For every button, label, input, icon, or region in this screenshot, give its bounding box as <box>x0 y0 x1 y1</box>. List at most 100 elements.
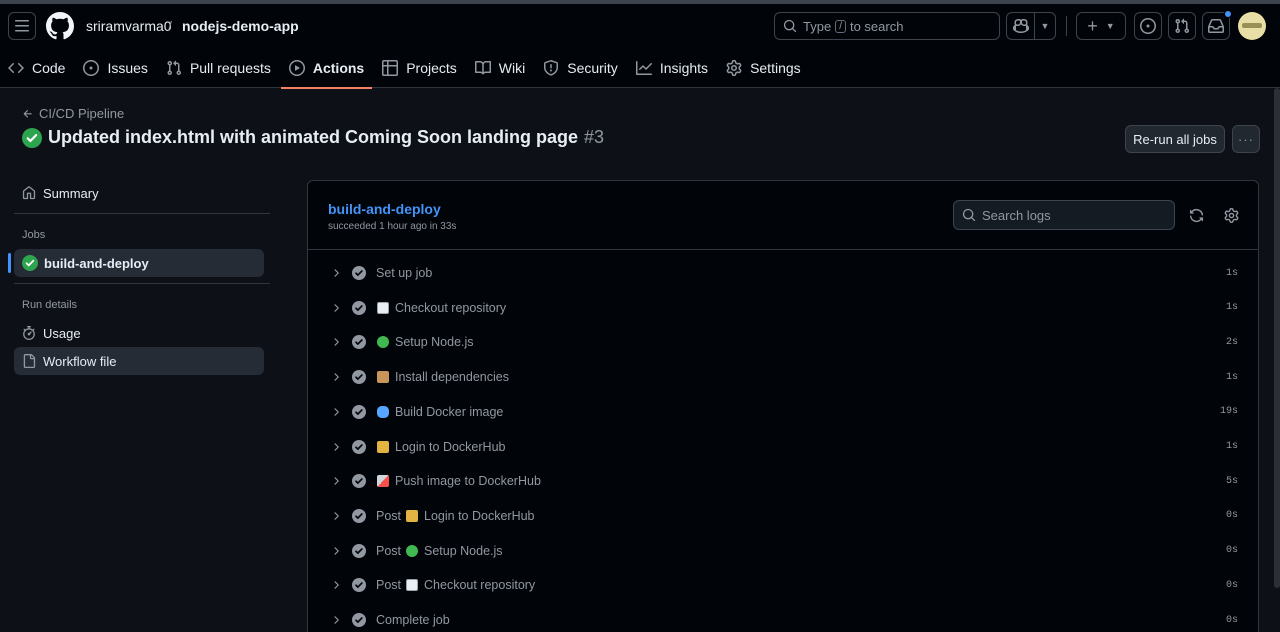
github-logo-icon[interactable] <box>46 12 74 40</box>
header-divider <box>1066 16 1067 36</box>
step-duration: 1s <box>1225 302 1238 314</box>
tab-wiki[interactable]: Wiki <box>467 48 533 88</box>
step-prefix: Post <box>376 508 402 523</box>
tab-actions[interactable]: Actions <box>280 48 373 89</box>
sidebar-item-build-and-deploy[interactable]: build-and-deploy <box>14 249 264 277</box>
step-duration: 0s <box>1225 579 1238 591</box>
step-duration: 5s <box>1225 475 1238 487</box>
copilot-icon <box>1012 18 1029 34</box>
log-step-row[interactable]: Complete job 0s <box>308 603 1258 632</box>
copilot-button-group[interactable]: ▼ <box>1006 12 1056 40</box>
package-icon <box>377 371 389 384</box>
step-duration: 2s <box>1225 336 1238 348</box>
workflow-name: CI/CD Pipeline <box>39 106 125 121</box>
step-label: Install dependencies <box>376 370 509 384</box>
search-logs-input[interactable]: Search logs <box>953 200 1175 230</box>
tab-pull-requests[interactable]: Pull requests <box>158 48 279 88</box>
log-step-row[interactable]: Setup Node.js 2s <box>308 325 1258 359</box>
step-name: Checkout repository <box>395 300 507 315</box>
book-icon <box>474 60 491 75</box>
tab-projects[interactable]: Projects <box>374 48 465 88</box>
your-issues-button[interactable] <box>1134 12 1162 40</box>
run-title-row: Updated index.html with animated Coming … <box>22 127 604 148</box>
search-icon <box>962 208 976 222</box>
page-icon <box>406 579 419 592</box>
chevron-right-icon <box>334 442 339 451</box>
run-number: #3 <box>584 127 605 147</box>
rerun-all-jobs-button[interactable]: Re-run all jobs <box>1125 125 1225 153</box>
breadcrumb-owner[interactable]: sriramvarma0 <box>86 18 172 34</box>
chevron-right-icon <box>334 616 339 624</box>
breadcrumb-repo[interactable]: nodejs-demo-app <box>182 18 299 34</box>
tab-code[interactable]: Code <box>0 48 73 88</box>
tab-label: Settings <box>750 60 801 76</box>
chevron-down-icon: ▼ <box>1105 21 1115 31</box>
chevron-right-icon <box>334 338 339 347</box>
gear-icon <box>726 60 742 76</box>
search-placeholder-prefix: Type <box>803 18 832 34</box>
refresh-button[interactable] <box>1187 206 1205 224</box>
your-pull-requests-button[interactable] <box>1168 12 1196 40</box>
tab-label: Pull requests <box>189 60 271 76</box>
search-placeholder-suffix: to search <box>849 18 904 34</box>
log-step-row[interactable]: Build Docker image 19s <box>308 395 1258 429</box>
sidebar-item-summary[interactable]: Summary <box>14 179 264 207</box>
step-label: Post Setup Node.js <box>376 544 503 558</box>
step-label: Post Login to DockerHub <box>376 509 535 523</box>
git-pull-request-icon <box>167 60 181 76</box>
job-status-meta: succeeded 1 hour ago in 33s <box>328 221 457 232</box>
search-icon <box>783 19 797 33</box>
tab-security[interactable]: Security <box>535 48 626 88</box>
log-step-row[interactable]: Login to DockerHub 1s <box>308 430 1258 464</box>
step-label: Login to DockerHub <box>376 440 505 454</box>
job-title-link[interactable]: build-and-deploy <box>328 201 441 217</box>
code-icon <box>8 62 24 74</box>
step-name: Checkout repository <box>424 578 536 593</box>
copilot-dropdown-caret[interactable]: ▼ <box>1035 21 1055 31</box>
three-bars-icon <box>15 20 29 32</box>
step-success-check-icon <box>352 404 366 419</box>
log-step-row[interactable]: Post Checkout repository 0s <box>308 568 1258 602</box>
log-step-row[interactable]: Checkout repository 1s <box>308 291 1258 325</box>
global-search-input[interactable]: Type / to search <box>774 12 1000 40</box>
success-check-circle-icon <box>22 255 38 271</box>
log-step-row[interactable]: Set up job 1s <box>308 256 1258 290</box>
log-settings-button[interactable] <box>1222 206 1240 224</box>
step-duration: 1s <box>1225 441 1238 452</box>
page-scrollbar[interactable] <box>1274 88 1280 588</box>
hamburger-menu-button[interactable] <box>8 12 36 40</box>
tab-insights[interactable]: Insights <box>628 48 716 88</box>
sidebar-item-workflow-file[interactable]: Workflow file <box>14 347 264 375</box>
log-step-row[interactable]: Post Login to DockerHub 0s <box>308 499 1258 533</box>
sidebar-item-usage[interactable]: Usage <box>14 319 264 347</box>
step-name: Install dependencies <box>395 370 509 385</box>
tab-issues[interactable]: Issues <box>75 48 155 88</box>
green-circle-icon <box>406 544 419 557</box>
step-name: Complete job <box>376 613 450 627</box>
file-icon <box>23 354 36 368</box>
workflow-back-link[interactable]: CI/CD Pipeline <box>22 106 124 121</box>
table-icon <box>382 60 399 76</box>
create-new-button[interactable]: + ▼ <box>1076 12 1126 40</box>
inbox-icon <box>1208 19 1224 33</box>
user-avatar[interactable] <box>1238 12 1266 40</box>
whale-icon <box>377 405 389 418</box>
breadcrumb-separator: / <box>168 18 172 34</box>
repository-nav: Code Issues Pull requests Actions Projec… <box>0 48 811 89</box>
chevron-right-icon <box>334 546 339 555</box>
step-name: Build Docker image <box>395 404 504 419</box>
log-step-row[interactable]: Post Setup Node.js 0s <box>308 534 1258 568</box>
copilot-button[interactable] <box>1007 13 1035 39</box>
sidebar-divider <box>14 283 270 284</box>
step-name: Login to DockerHub <box>395 439 506 454</box>
lock-key-icon <box>377 440 389 453</box>
more-options-button[interactable]: ··· <box>1232 125 1260 153</box>
log-step-row[interactable]: Push image to DockerHub 5s <box>308 464 1258 498</box>
issue-opened-icon <box>83 60 100 76</box>
step-success-check-icon <box>352 370 366 385</box>
step-duration: 0s <box>1225 545 1238 557</box>
log-step-row[interactable]: Install dependencies 1s <box>308 360 1258 394</box>
step-success-check-icon <box>352 543 366 558</box>
sidebar-divider <box>14 213 270 214</box>
tab-settings[interactable]: Settings <box>718 48 809 88</box>
